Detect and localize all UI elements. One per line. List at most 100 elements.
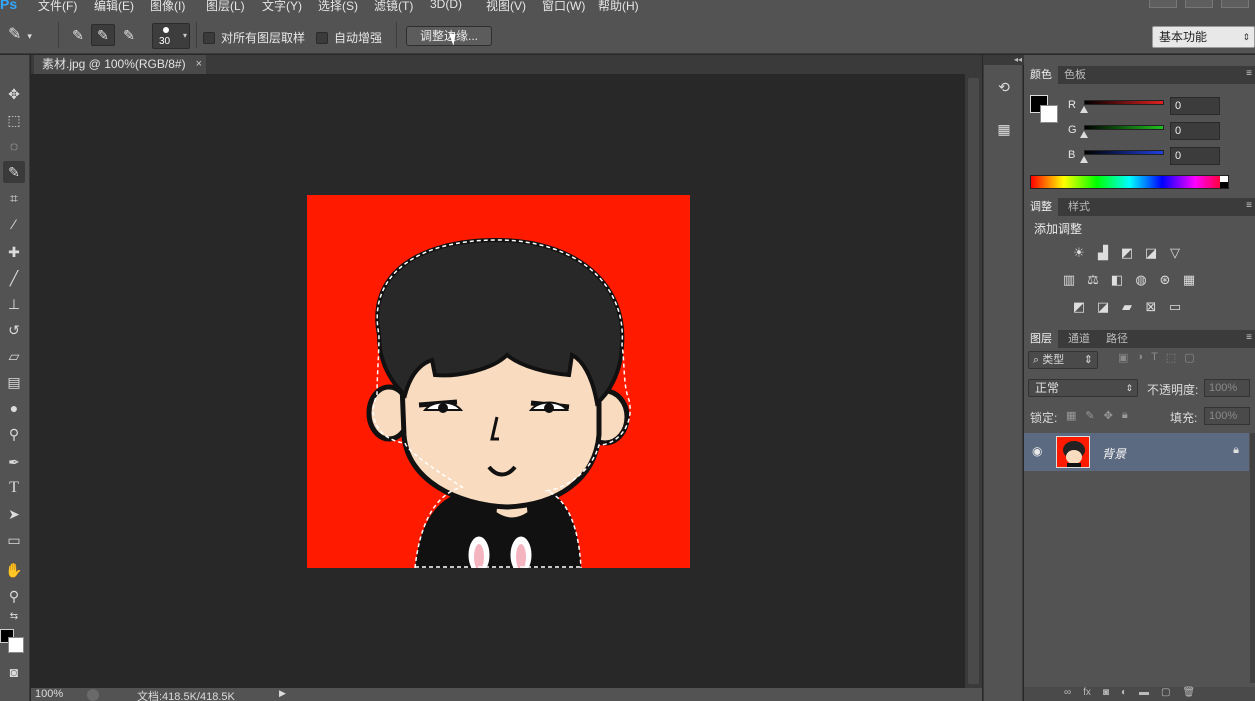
- layer-filter-select[interactable]: ⌕ 类型 ⇕: [1028, 351, 1098, 369]
- collapse-dock-icon[interactable]: ◂◂: [984, 55, 1024, 65]
- zoom-level[interactable]: 100%: [35, 688, 63, 700]
- selective-color-icon[interactable]: ⊠: [1142, 298, 1160, 316]
- blue-value-input[interactable]: 0: [1170, 147, 1220, 165]
- eye-icon[interactable]: ◉: [1032, 444, 1042, 458]
- move-tool[interactable]: ✥: [3, 83, 25, 105]
- eyedropper-tool[interactable]: ⁄: [3, 213, 25, 235]
- menu-type[interactable]: 文字(Y): [262, 0, 318, 14]
- minimize-button[interactable]: [1149, 0, 1177, 8]
- threshold-icon[interactable]: ▰: [1118, 298, 1136, 316]
- close-tab-icon[interactable]: ×: [196, 55, 202, 74]
- add-to-selection-mode-button[interactable]: ✎: [91, 24, 115, 46]
- history-panel-button[interactable]: ⟲: [994, 77, 1014, 97]
- gradient-map-icon[interactable]: ▭: [1166, 298, 1184, 316]
- auto-enhance-checkbox[interactable]: [316, 31, 328, 44]
- tool-preset-picker[interactable]: ✎ ▾: [8, 24, 48, 46]
- channel-mixer-icon[interactable]: ⊛: [1156, 271, 1174, 289]
- background-color-swatch[interactable]: [1040, 105, 1058, 123]
- type-tool[interactable]: T: [3, 477, 25, 499]
- lock-transparency-icon[interactable]: ▦: [1066, 409, 1076, 422]
- tab-color[interactable]: 颜色: [1024, 66, 1058, 84]
- lock-all-icon[interactable]: 🔒︎: [1122, 409, 1128, 422]
- blue-slider[interactable]: [1084, 150, 1164, 155]
- panel-menu-icon[interactable]: ≡: [1246, 200, 1252, 211]
- menu-layer[interactable]: 图层(L): [206, 0, 262, 14]
- menu-image[interactable]: 图像(I): [150, 0, 206, 14]
- blend-mode-select[interactable]: 正常 ⇕: [1028, 379, 1138, 397]
- layer-name[interactable]: 背景: [1102, 445, 1126, 462]
- menu-edit[interactable]: 编辑(E): [94, 0, 150, 14]
- history-brush-tool[interactable]: ↺: [3, 319, 25, 341]
- zoom-tool[interactable]: ⚲: [3, 585, 25, 607]
- pen-tool[interactable]: ✒: [3, 451, 25, 473]
- menu-filter[interactable]: 滤镜(T): [374, 0, 430, 14]
- scrollbar-thumb[interactable]: [968, 78, 979, 684]
- auto-enhance-option[interactable]: 自动增强: [316, 29, 382, 46]
- healing-brush-tool[interactable]: ✚: [3, 241, 25, 263]
- pixel-filter-icon[interactable]: ▣: [1118, 351, 1128, 364]
- menu-3d[interactable]: 3D(D): [430, 0, 486, 14]
- red-slider-thumb[interactable]: [1080, 106, 1088, 113]
- eraser-tool[interactable]: ▱: [3, 345, 25, 367]
- sample-all-layers-option[interactable]: 对所有图层取样: [203, 29, 305, 46]
- invert-icon[interactable]: ◩: [1070, 298, 1088, 316]
- red-value-input[interactable]: 0: [1170, 97, 1220, 115]
- tab-paths[interactable]: 路径: [1100, 330, 1134, 348]
- blue-slider-thumb[interactable]: [1080, 156, 1088, 163]
- workspace-selector[interactable]: 基本功能 ⇕: [1152, 26, 1255, 48]
- play-arrow-icon[interactable]: ▶: [279, 688, 286, 699]
- green-value-input[interactable]: 0: [1170, 122, 1220, 140]
- menu-select[interactable]: 选择(S): [318, 0, 374, 14]
- black-white-icon[interactable]: ◧: [1108, 271, 1126, 289]
- dodge-tool[interactable]: ⚲: [3, 423, 25, 445]
- vertical-scrollbar[interactable]: [965, 74, 982, 688]
- subtract-from-selection-mode-button[interactable]: ✎: [117, 24, 141, 46]
- panel-menu-icon[interactable]: ≡: [1246, 68, 1252, 79]
- red-slider[interactable]: [1084, 100, 1164, 105]
- fill-input[interactable]: 100%: [1204, 407, 1250, 425]
- vibrance-icon[interactable]: ▽: [1166, 244, 1184, 262]
- path-selection-tool[interactable]: ➤: [3, 503, 25, 525]
- color-spectrum-bar[interactable]: [1030, 175, 1229, 189]
- menu-window[interactable]: 窗口(W): [542, 0, 598, 14]
- document-tab[interactable]: 素材.jpg @ 100%(RGB/8#) ×: [34, 55, 206, 74]
- clone-stamp-tool[interactable]: ⊥: [3, 293, 25, 315]
- info-icon[interactable]: [87, 689, 99, 701]
- color-lookup-icon[interactable]: ▦: [1180, 271, 1198, 289]
- curves-icon[interactable]: ◩: [1118, 244, 1136, 262]
- new-selection-mode-button[interactable]: ✎: [66, 24, 90, 46]
- menu-file[interactable]: 文件(F): [38, 0, 94, 14]
- blur-tool[interactable]: ●: [3, 397, 25, 419]
- quick-mask-button[interactable]: ◙: [3, 661, 25, 683]
- quick-selection-tool[interactable]: ✎: [3, 161, 25, 183]
- layers-scrollbar[interactable]: [1250, 433, 1255, 683]
- lock-paint-icon[interactable]: ✎: [1085, 409, 1094, 422]
- layer-style-icon[interactable]: fx: [1083, 687, 1091, 701]
- maximize-button[interactable]: [1185, 0, 1213, 8]
- document-image[interactable]: [307, 195, 690, 568]
- brightness-icon[interactable]: ☀: [1070, 244, 1088, 262]
- exposure-icon[interactable]: ◪: [1142, 244, 1160, 262]
- shape-filter-icon[interactable]: ⬚: [1166, 351, 1176, 364]
- posterize-icon[interactable]: ◪: [1094, 298, 1112, 316]
- brush-tool[interactable]: ╱: [3, 267, 25, 289]
- close-window-button[interactable]: [1221, 0, 1249, 8]
- marquee-tool[interactable]: ⬚: [3, 109, 25, 131]
- tab-styles[interactable]: 样式: [1062, 198, 1096, 216]
- opacity-input[interactable]: 100%: [1204, 379, 1250, 397]
- crop-tool[interactable]: ⌗: [3, 187, 25, 209]
- tab-swatches[interactable]: 色板: [1058, 66, 1092, 84]
- smart-object-filter-icon[interactable]: ▢: [1184, 351, 1194, 364]
- new-group-icon[interactable]: ▬: [1139, 687, 1149, 701]
- lasso-tool[interactable]: ◌: [3, 135, 25, 157]
- hue-saturation-icon[interactable]: ▥: [1060, 271, 1078, 289]
- brush-size-picker[interactable]: 30 ▾: [152, 23, 190, 49]
- green-slider-thumb[interactable]: [1080, 131, 1088, 138]
- lock-position-icon[interactable]: ✥: [1104, 409, 1113, 422]
- gradient-tool[interactable]: ▤: [3, 371, 25, 393]
- link-layers-icon[interactable]: ∞: [1064, 687, 1071, 701]
- sample-all-layers-checkbox[interactable]: [203, 31, 215, 44]
- adjustment-filter-icon[interactable]: ◑: [1136, 351, 1143, 364]
- menu-view[interactable]: 视图(V): [486, 0, 542, 14]
- layer-row[interactable]: ◉ 背景 🔒︎: [1024, 433, 1249, 471]
